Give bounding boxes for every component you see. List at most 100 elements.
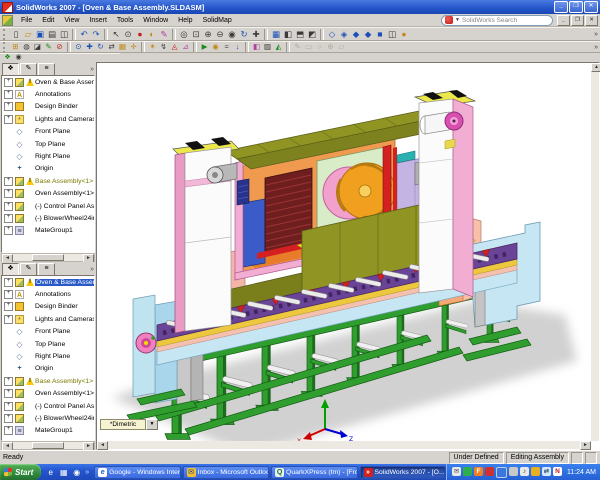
balloon-icon[interactable]: ○ [314,42,325,52]
propertymanager-tab[interactable]: ✎ [20,63,37,76]
tray-network-icon[interactable]: ⇄ [542,467,551,476]
sep[interactable] [72,29,76,40]
hidden-lines-removed-icon[interactable]: ◆ [350,28,362,40]
no-external-refs-icon[interactable]: ⊘ [54,42,65,52]
tray-shield-icon[interactable] [531,467,540,476]
tree-expand-icon[interactable] [4,389,13,398]
print-preview-icon[interactable]: ◫ [58,28,70,40]
tree-expand-icon[interactable] [4,414,13,423]
tree-expand-icon[interactable] [4,226,13,235]
tray-volume-icon[interactable]: ♪ [520,467,529,476]
search-input[interactable] [462,17,549,24]
exploded-view-icon[interactable]: ✶ [147,42,158,52]
tree-expand-icon[interactable] [4,214,13,223]
configurationmanager-tab[interactable]: ≡ [38,63,55,76]
tree-expand-icon[interactable] [4,102,13,111]
tree-item-blowerwheel24in[interactable]: (-) BlowerWheel24in<1> [2,412,94,424]
graphics-area[interactable]: X Z *Dimetric ▼ [97,63,591,441]
simulation-icon[interactable]: ▶ [199,42,210,52]
edit-color-icon[interactable]: ◐ [146,28,158,40]
new-icon[interactable]: ▯ [10,28,22,40]
tree-item-oven-assembly[interactable]: Oven Assembly<1> (Default [2,188,94,200]
hide-show-component-icon[interactable]: ◍ [21,42,32,52]
tree-item-design-binder[interactable]: Design Binder [2,101,94,113]
minimize-button[interactable]: _ [554,1,568,13]
tree-expand-icon[interactable] [4,278,13,287]
restore-button[interactable]: ❐ [569,1,583,13]
zoom-fit-icon[interactable]: ◎ [178,28,190,40]
change-transparency-icon[interactable]: ◪ [32,42,43,52]
isometric-view-icon[interactable]: ◩ [306,28,318,40]
close-button[interactable]: ✕ [584,1,598,13]
insert-component-icon[interactable]: ⊞ [10,42,21,52]
menu-window[interactable]: Window [138,16,173,25]
tree-item-origin[interactable]: Origin [2,363,94,375]
save-icon[interactable]: ▣ [34,28,46,40]
taskbar-task-solidworks[interactable]: » SolidWorks 2007 - [O... [360,466,446,479]
simulation-play-icon[interactable]: ❖ [2,54,13,63]
hidden-lines-visible-icon[interactable]: ◈ [338,28,350,40]
explode-line-sketch-icon[interactable]: ↯ [158,42,169,52]
zoom-selection-icon[interactable]: ◉ [226,28,238,40]
component-pattern-icon[interactable]: ▦ [117,42,128,52]
doc-minimize-button[interactable]: _ [557,15,570,26]
sketch-icon[interactable]: ✎ [158,28,170,40]
tree-horizontal-scrollbar[interactable]: ◄ ► [1,441,95,450]
zebra-stripes-icon[interactable]: ▨ [262,42,273,52]
quicklaunch-media[interactable]: ◉ [71,467,82,478]
tree-item-base-assembly[interactable]: Base Assembly<1> (Defa [2,375,94,387]
scroll-right-icon[interactable]: ► [580,441,591,450]
tree-horizontal-scrollbar[interactable]: ◄ ► [1,253,95,262]
tree-item-oven-base-assembly[interactable]: Oven & Base Assembly (Defa [2,76,94,88]
menu-help[interactable]: Help [173,16,197,25]
sep[interactable] [320,29,324,40]
tree-expand-icon[interactable] [4,177,13,186]
tree-expand-icon[interactable] [4,315,13,324]
start-button[interactable]: Start [0,464,41,480]
tree-item-right-plane[interactable]: Right Plane [2,150,94,162]
replace-components-icon[interactable]: ⇄ [106,42,117,52]
toolbar-grip[interactable] [3,42,8,53]
viewport-vertical-scrollbar[interactable]: ▲ [591,63,599,441]
draft-analysis-icon[interactable]: ◭ [273,42,284,52]
tree-expand-icon[interactable] [4,90,13,99]
doc-restore-button[interactable]: ❐ [571,15,584,26]
tray-blue-app-icon[interactable] [496,467,507,478]
tree-item-control-panel-assembly[interactable]: (-) Control Panel Assembly<1 [2,200,94,212]
menu-solidmap[interactable]: SolidMap [198,16,237,25]
menu-tools[interactable]: Tools [112,16,138,25]
configurationmanager-tab[interactable]: ≡ [38,263,55,276]
gravity-icon[interactable]: ↓ [232,42,243,52]
panel-collapse-icon[interactable]: » [90,266,94,273]
search-dropdown-arrow-icon[interactable]: ▼ [455,17,460,23]
geometric-tolerance-icon[interactable]: ⊕ [325,42,336,52]
standard-views-icon[interactable]: ▦ [270,28,282,40]
propertymanager-tab[interactable]: ✎ [20,263,37,276]
rotate-component-icon[interactable]: ↻ [95,42,106,52]
edit-component-icon[interactable]: ✎ [43,42,54,52]
select-other-icon[interactable]: ⊙ [122,28,134,40]
tree-expand-icon[interactable] [4,402,13,411]
sep[interactable] [286,42,290,53]
tray-mail-icon[interactable]: ✉ [452,467,461,476]
chevron-down-icon[interactable]: ▼ [146,419,158,430]
toolbar-overflow-icon[interactable]: » [594,31,598,38]
pan-icon[interactable]: ✚ [250,28,262,40]
tree-item-top-plane[interactable]: Top Plane [2,138,94,150]
view-orientation-combo[interactable]: *Dimetric ▼ [100,419,158,430]
tree-item-annotations[interactable]: Annotations [2,288,94,300]
menu-file[interactable]: File [16,16,37,25]
shadows-icon[interactable]: ● [398,28,410,40]
tree-expand-icon[interactable] [4,302,13,311]
zoom-in-icon[interactable]: ⊕ [202,28,214,40]
simulation-calc-icon[interactable]: ◉ [13,54,24,63]
toolbar-grip[interactable] [3,29,8,40]
sep[interactable] [245,42,249,53]
tree-item-lights-and-cameras[interactable]: Lights and Cameras [2,113,94,125]
scroll-up-icon[interactable]: ▲ [591,63,600,72]
tree-item-oven-base-assembly[interactable]: Oven & Base Assembly (Defa [2,276,94,288]
menu-view[interactable]: View [59,16,84,25]
zoom-area-icon[interactable]: ⊡ [190,28,202,40]
undo-icon[interactable]: ↶ [78,28,90,40]
tree-item-blowerwheel24in[interactable]: (-) BlowerWheel24in<1> [2,212,94,224]
